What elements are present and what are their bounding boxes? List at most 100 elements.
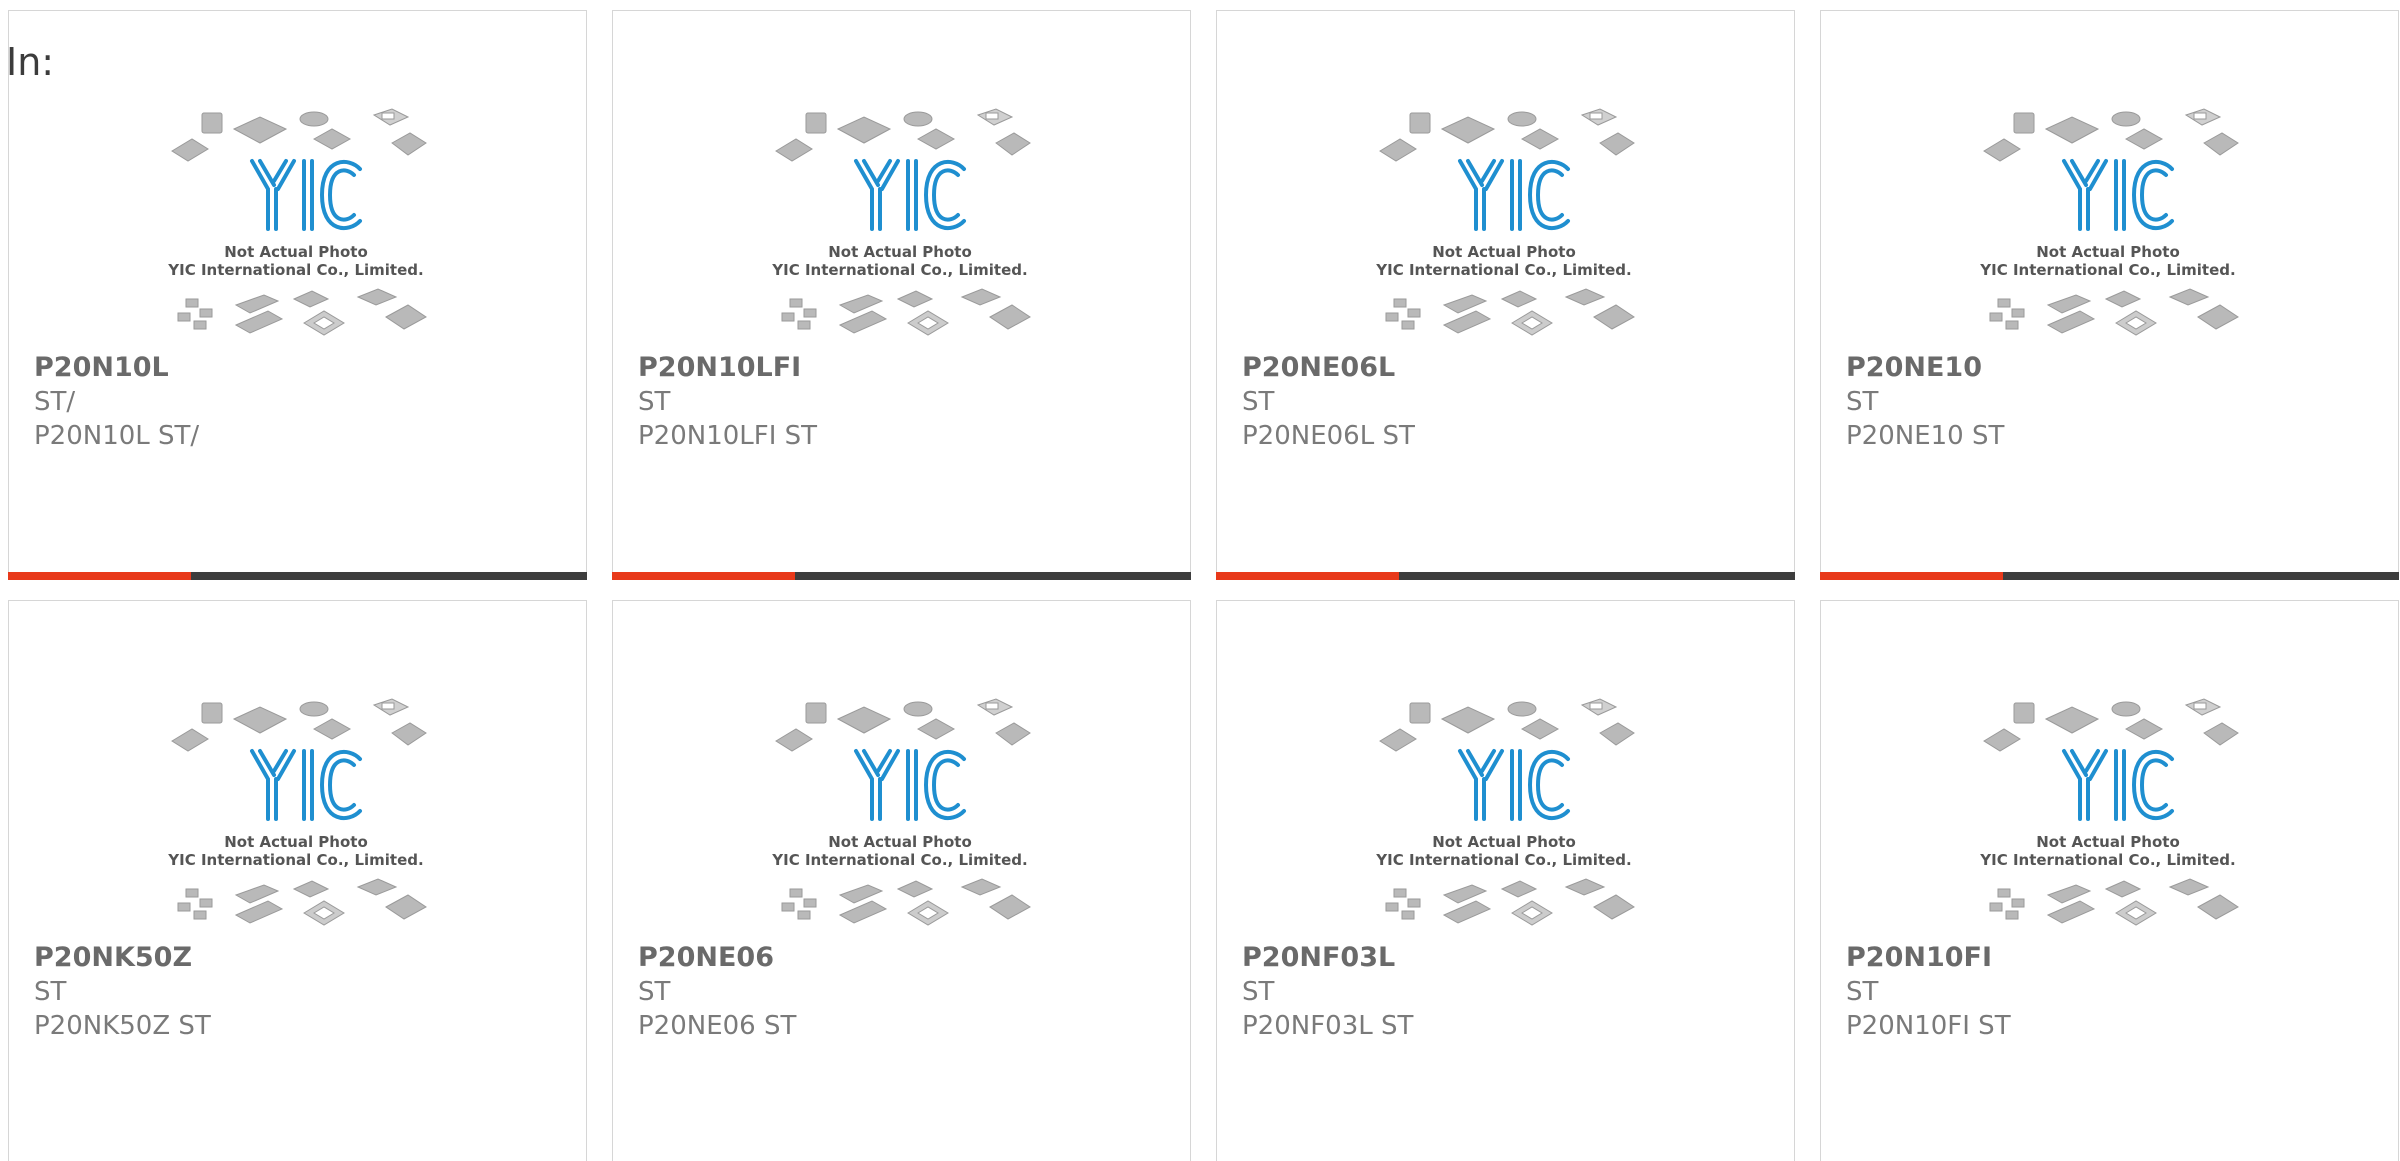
chip-icon xyxy=(1589,112,1603,120)
manufacturer: ST xyxy=(34,977,67,1007)
product-card[interactable]: Not Actual Photo YIC International Co., … xyxy=(612,600,1191,1161)
yic-logo xyxy=(1458,749,1570,821)
product-placeholder-image: Not Actual Photo YIC International Co., … xyxy=(1979,108,2239,336)
chip-icons-bottom xyxy=(1385,288,1635,336)
chip-icons-bottom xyxy=(781,878,1031,926)
chip-icon xyxy=(1401,320,1415,330)
watermark-line1: Not Actual Photo xyxy=(2036,833,2180,851)
product-placeholder-image: Not Actual Photo YIC International Co., … xyxy=(1375,698,1635,926)
part-number[interactable]: P20NE10 xyxy=(1846,351,2004,385)
chip-icon xyxy=(838,310,888,334)
manufacturer: ST xyxy=(638,977,671,1007)
product-card[interactable]: Not Actual Photo YIC International Co., … xyxy=(1820,10,2399,580)
chip-icon xyxy=(1564,288,1606,306)
chip-icon xyxy=(356,288,398,306)
yic-logo xyxy=(2062,159,2174,231)
chip-icon xyxy=(1385,312,1399,322)
chip-icon xyxy=(234,884,280,904)
product-description: P20NE06L ST xyxy=(1242,421,1415,451)
chip-icon xyxy=(1500,880,1538,898)
product-info: P20NE10 ST P20NE10 ST xyxy=(1846,351,2004,453)
chip-icon xyxy=(356,878,398,896)
product-card[interactable]: Not Actual Photo YIC International Co., … xyxy=(1216,10,1795,580)
product-description: P20NF03L ST xyxy=(1242,1011,1414,1041)
part-number[interactable]: P20NE06 xyxy=(638,941,796,975)
chip-icon xyxy=(836,706,892,734)
product-card[interactable]: Not Actual Photo YIC International Co., … xyxy=(8,600,587,1161)
chip-icon xyxy=(896,290,934,308)
part-number[interactable]: P20N10L xyxy=(34,351,199,385)
product-placeholder-image: Not Actual Photo YIC International Co., … xyxy=(771,108,1031,336)
product-placeholder-image: Not Actual Photo YIC International Co., … xyxy=(1979,698,2239,926)
chip-icon xyxy=(292,290,330,308)
product-card[interactable]: Not Actual Photo YIC International Co., … xyxy=(1820,600,2399,1161)
chip-icon xyxy=(1440,706,1496,734)
chip-icon xyxy=(1385,902,1399,912)
part-number[interactable]: P20N10FI xyxy=(1846,941,2011,975)
chip-icon xyxy=(797,320,811,330)
chip-icon xyxy=(193,320,207,330)
chip-icon xyxy=(2044,116,2100,144)
card-bar-accent xyxy=(1216,572,1399,580)
chip-icons-top xyxy=(1983,108,2239,162)
chip-icon xyxy=(989,894,1031,920)
chip-icon xyxy=(775,138,813,162)
chip-icon xyxy=(903,701,933,717)
chip-icons-top xyxy=(1983,698,2239,752)
watermark-line1: Not Actual Photo xyxy=(828,243,972,261)
part-number[interactable]: P20NF03L xyxy=(1242,941,1413,975)
watermark-line1: Not Actual Photo xyxy=(224,833,368,851)
chip-icon xyxy=(2193,702,2207,710)
chip-icon xyxy=(1593,304,1635,330)
chip-icon xyxy=(2104,290,2142,308)
watermark-line2: YIC International Co., Limited. xyxy=(1979,261,2235,279)
chip-icon xyxy=(1407,308,1421,318)
chip-icon xyxy=(2005,320,2019,330)
product-info: P20N10L ST/ P20N10L ST/ xyxy=(34,351,199,453)
chip-icons-top xyxy=(171,108,427,162)
product-grid: Not Actual Photo YIC International Co., … xyxy=(8,10,2399,1161)
manufacturer: ST xyxy=(1242,977,1275,1007)
product-info: P20NK50Z ST P20NK50Z ST xyxy=(34,941,211,1043)
chip-icon xyxy=(775,728,813,752)
product-card[interactable]: Not Actual Photo YIC International Co., … xyxy=(1216,600,1795,1161)
chip-icon xyxy=(234,900,284,924)
chip-icon xyxy=(299,701,329,717)
chip-icon xyxy=(232,706,288,734)
chip-icon xyxy=(1500,290,1538,308)
chip-icon xyxy=(2197,304,2239,330)
chip-icon xyxy=(1564,878,1606,896)
chip-icon xyxy=(1379,728,1417,752)
chip-icon xyxy=(2011,898,2025,908)
part-number[interactable]: P20N10LFI xyxy=(638,351,817,385)
product-card[interactable]: Not Actual Photo YIC International Co., … xyxy=(8,10,587,580)
chip-icon xyxy=(1989,902,2003,912)
chip-icons-bottom xyxy=(1989,288,2239,336)
product-description: P20N10LFI ST xyxy=(638,421,818,451)
chip-icon xyxy=(781,902,795,912)
chip-icon xyxy=(803,308,817,318)
product-card[interactable]: Not Actual Photo YIC International Co., … xyxy=(612,10,1191,580)
chip-icon xyxy=(171,728,209,752)
part-number[interactable]: P20NE06L xyxy=(1242,351,1415,385)
chip-icon xyxy=(805,112,827,134)
chip-icon xyxy=(805,702,827,724)
product-info: P20NE06 ST P20NE06 ST xyxy=(638,941,796,1043)
watermark-line1: Not Actual Photo xyxy=(2036,243,2180,261)
chip-icon xyxy=(2046,310,2096,334)
yic-logo xyxy=(854,749,966,821)
chip-icon xyxy=(2005,910,2019,920)
watermark-line2: YIC International Co., Limited. xyxy=(1979,851,2235,869)
chip-icon xyxy=(185,298,199,308)
chip-icon xyxy=(1393,888,1407,898)
card-bottom-bar xyxy=(8,572,587,580)
part-number[interactable]: P20NK50Z xyxy=(34,941,211,975)
product-description: P20NK50Z ST xyxy=(34,1011,211,1041)
chip-icon xyxy=(1440,116,1496,144)
chip-icon xyxy=(960,878,1002,896)
product-description: P20N10FI ST xyxy=(1846,1011,2011,1041)
chip-icon xyxy=(199,898,213,908)
yic-logo xyxy=(854,159,966,231)
chip-icon xyxy=(2111,111,2141,127)
chip-icons-top xyxy=(171,698,427,752)
